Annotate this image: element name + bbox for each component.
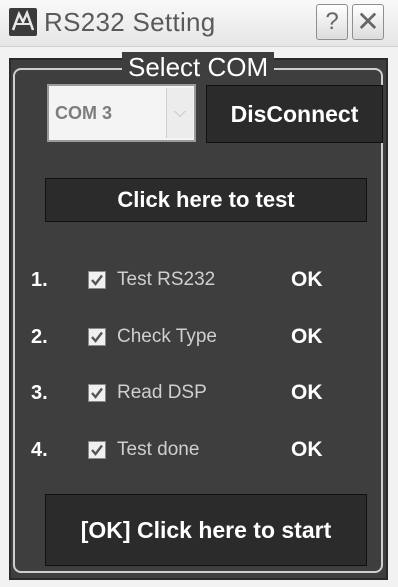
step-status: OK — [291, 325, 323, 348]
step-checkbox[interactable] — [88, 271, 106, 289]
step-checkbox[interactable] — [88, 384, 106, 402]
step-label: Read DSP — [117, 382, 207, 403]
step-label: Test RS232 — [117, 269, 216, 290]
test-button[interactable]: Click here to test — [45, 178, 367, 222]
step-row: 2. Check Type OK — [0, 322, 398, 352]
close-button[interactable]: ✕ — [352, 4, 384, 40]
step-checkbox[interactable] — [88, 328, 106, 346]
window-title: RS232 Setting — [44, 7, 216, 37]
step-status: OK — [291, 268, 323, 291]
disconnect-button[interactable]: DisConnect — [206, 85, 383, 143]
step-status: OK — [291, 438, 323, 461]
step-row: 1. Test RS232 OK — [0, 265, 398, 295]
step-row: 3. Read DSP OK — [0, 378, 398, 408]
chevron-down-icon[interactable]: ⌵ — [166, 88, 193, 138]
com-port-select[interactable]: COM 3 ⌵ — [47, 84, 196, 142]
step-number: 4. — [31, 439, 48, 461]
com-port-value: COM 3 — [55, 103, 113, 123]
step-status: OK — [291, 381, 323, 404]
step-label: Test done — [117, 439, 200, 460]
step-number: 1. — [31, 269, 48, 291]
step-number: 3. — [31, 382, 48, 404]
title-bar: RS232 Setting ? ✕ — [0, 0, 398, 47]
step-label: Check Type — [117, 326, 217, 347]
step-checkbox[interactable] — [88, 441, 106, 459]
group-title: Select COM — [122, 52, 275, 82]
step-row: 4. Test done OK — [0, 435, 398, 465]
step-number: 2. — [31, 326, 48, 348]
app-logo-icon — [9, 8, 37, 36]
start-button[interactable]: [OK] Click here to start — [45, 494, 367, 566]
help-button[interactable]: ? — [316, 4, 348, 40]
